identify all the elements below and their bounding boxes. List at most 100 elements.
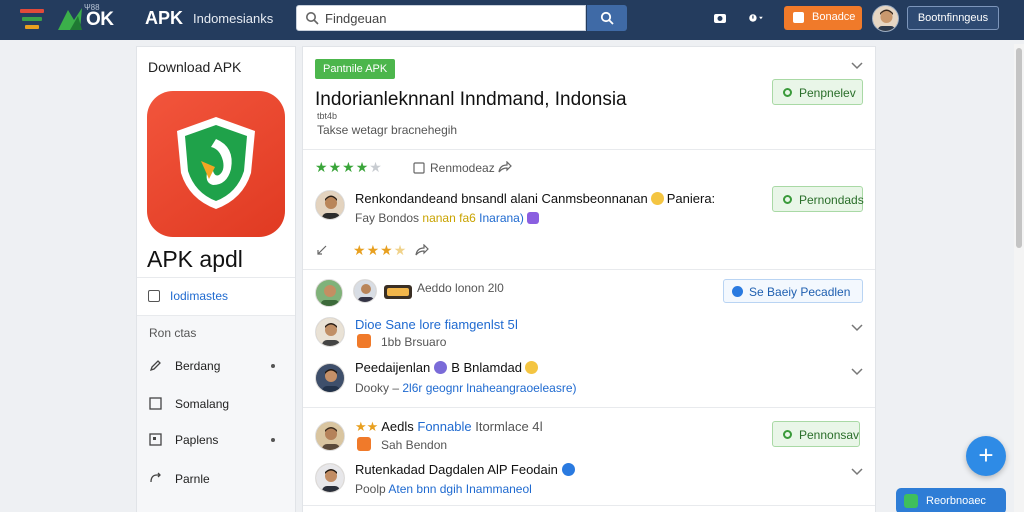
comment-author[interactable]: Dioe Sane lore fiamgenlst 5ǀ [355,317,518,332]
sidebar-item-parnle[interactable]: Parnle [149,469,285,489]
review-text: Renkondandeand bnsandl alani Canmsbeonna… [355,191,715,206]
reviewer-avatar[interactable] [315,190,345,220]
commenter-avatar[interactable] [315,421,345,451]
commenter-avatar-image [316,318,344,346]
star-filled-icon: ★ [353,242,367,258]
share-icon[interactable] [415,244,429,256]
star-filled-icon: ★ [366,242,381,258]
commenter-avatar[interactable] [315,363,345,393]
sidebar-item-paplens[interactable]: Paplens [149,430,285,450]
link-icon [150,472,161,483]
divider [137,277,295,278]
search-input[interactable] [325,9,575,27]
reddit-icon [357,437,371,451]
comment-author[interactable]: ★★ Aedls Fonnable Itormlace 4ǀ [355,419,543,435]
chevron-down-icon[interactable] [851,368,863,376]
sidebar-link[interactable]: Iodimastes [148,289,228,303]
search-box[interactable] [296,5,586,31]
menu-logo-icon[interactable] [18,8,48,30]
review-text-tail: Paniera: [666,191,716,206]
star-filled-icon: ★ [380,242,394,258]
emoji-icon [525,361,539,374]
commenter-avatar[interactable] [315,317,345,347]
review-sub-blue: Inarana) [479,211,524,225]
user-avatar[interactable] [872,5,899,32]
sidebar-item-label: Parnle [175,472,210,486]
sidebar-section: Ron ctas Berdang Somalang Paplens Parnle [137,316,295,512]
comment-badge-icon [384,285,412,299]
reply-icon[interactable] [317,245,327,255]
scrollbar-thumb[interactable] [1016,48,1022,248]
square-icon [149,397,162,410]
search-button[interactable] [587,5,627,31]
badge-icon [434,361,448,374]
comment-author[interactable]: Rutenkadad Dagdalen AlP Feodain [355,462,575,477]
page-title: Indorianleknnanl Inndmand, Indonsia [315,89,627,110]
site-name[interactable]: APK [145,8,183,29]
add-fab-button[interactable]: + [966,436,1006,476]
category-badge[interactable]: Pantnile APK [315,59,396,79]
divider [303,505,875,506]
star-filled-icon: ★ [328,159,343,175]
rating-count: Renmodeaz [430,161,495,175]
toast-notification[interactable]: Reorbnoaec [896,488,1006,512]
user-menu-button[interactable]: Bootnfinngeus [907,6,999,30]
share-icon[interactable] [498,161,512,173]
check-icon [904,494,918,508]
review-action-button[interactable]: Pernondads [772,186,864,212]
star-filled-icon: ★ [342,159,356,175]
comment-meta: Poolp Aten bnn dgih Inammaneol [355,482,532,496]
commenter-avatar[interactable] [315,279,343,307]
header-action-label: Penpnelev [799,86,856,100]
tag-icon [149,433,162,446]
commenter-avatar-image [354,280,376,302]
reddit-icon [357,334,371,348]
comment-meta: Dooky – 2l6r geognr lnaheangraoeleasre) [355,381,577,395]
commenter-avatar[interactable] [315,463,345,493]
review-sub-highlight: nanan [422,211,456,225]
chevron-down-icon[interactable] [851,62,863,70]
sidebar-item-somalang[interactable]: Somalang [149,394,285,414]
comment-icon [413,162,425,174]
sidebar-item-label: Paplens [175,433,219,447]
circle-icon [783,88,792,97]
sidebar-link-label: Iodimastes [170,289,229,303]
comment-author[interactable]: Peedaijenlan B Bnlamdad [355,360,541,375]
search-icon [600,11,614,25]
circle-icon [783,430,792,439]
version-text: tbt4b [317,111,338,121]
check-icon [783,195,792,204]
notifications-dropdown-icon[interactable] [748,10,764,26]
header-action-button[interactable]: Penpnelev [772,79,863,105]
comment-author-tail: Itormlace 4ǀ [475,419,543,434]
orange-action-label: Bonadce [812,11,856,23]
commenter-avatar-image [316,464,344,492]
commenter-avatar[interactable] [353,279,377,303]
scrollbar[interactable] [1014,44,1024,512]
comment-action-button[interactable]: Pennonsav [772,421,860,447]
camera-icon[interactable] [712,10,728,26]
pencil-icon [149,360,161,372]
chevron-down-icon[interactable] [851,324,863,332]
sidebar-item-berdang[interactable]: Berdang [149,356,285,376]
orange-action-button[interactable]: Bonadce [784,6,862,30]
share-button[interactable]: Se Baeiy Pecadlen [723,279,863,303]
rating-stars: ★★★★★ [315,159,383,176]
rating-stars-small: ★★★★ [353,242,407,259]
comment-meta: Sah Bendon [381,438,448,452]
comment-meta-blue: Aten bnn dgih Inammaneol [388,482,532,496]
comment-meta-prefix: Dooky [355,381,390,395]
comment-author-name: Peedaijenlan [355,360,431,375]
review-sub-prefix: Fay Bondos [355,211,420,225]
commenter-avatar-image [316,364,344,392]
comment-author-name: Rutenkadad [355,462,426,477]
main-content: Pantnile APK Indorianleknnanl Inndmand, … [302,46,876,512]
chevron-down-icon[interactable] [851,468,863,476]
app-icon[interactable] [147,91,285,237]
brand-word[interactable]: OK [86,9,114,31]
user-avatar-image [873,6,898,31]
search-icon [306,12,319,25]
divider [303,269,875,270]
comment-author-tail: B Bnlamdad [451,360,523,375]
review-subline: Fay Bondos nanan fa6 Inarana) [355,211,540,225]
